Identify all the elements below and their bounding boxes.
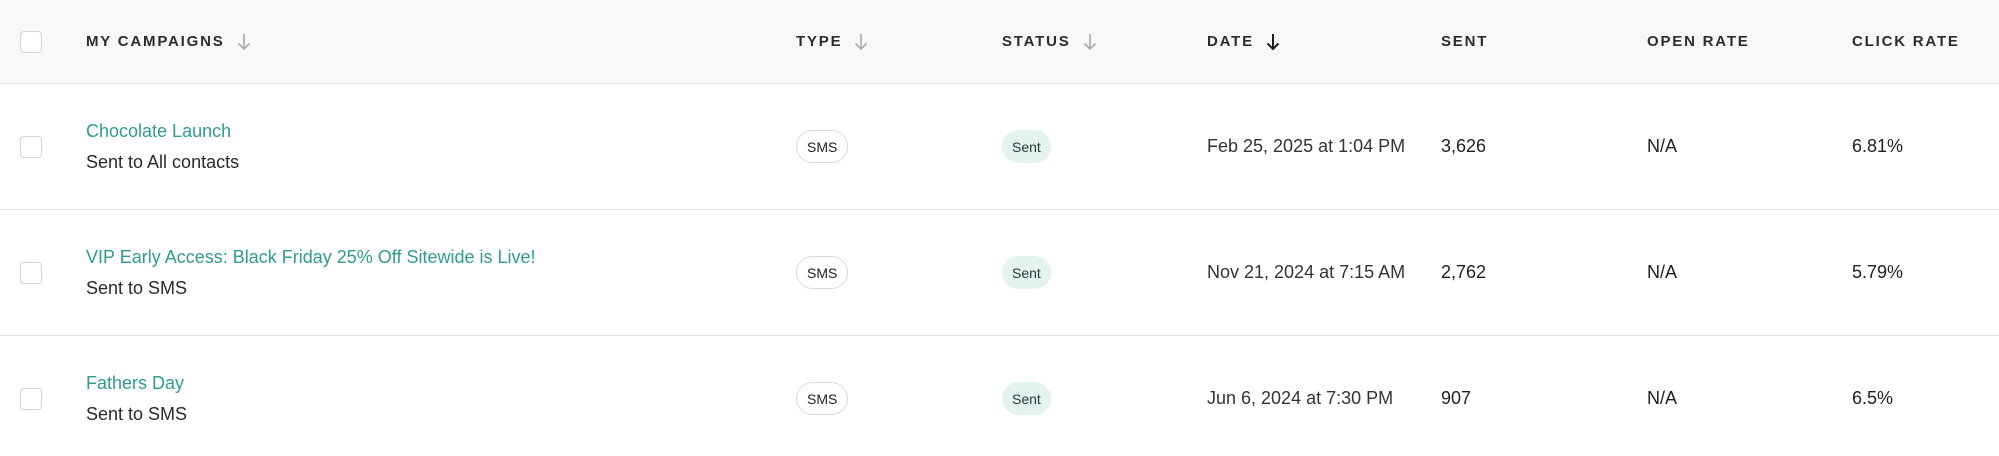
campaign-audience: Sent to SMS xyxy=(86,278,188,298)
column-header-type[interactable]: TYPE xyxy=(796,33,868,51)
campaign-sent-cell: 907 xyxy=(1441,336,1471,456)
campaign-click-rate: 6.5% xyxy=(1852,388,1894,408)
column-header-status-label: STATUS xyxy=(1002,33,1071,50)
column-header-campaigns-label: MY CAMPAIGNS xyxy=(86,33,225,50)
column-header-date-label: DATE xyxy=(1207,33,1254,50)
campaign-date-cell: Jun 6, 2024 at 7:30 PM xyxy=(1207,336,1393,456)
campaign-date: Feb 25, 2025 at 1:04 PM xyxy=(1207,136,1406,156)
type-pill: SMS xyxy=(796,382,849,415)
arrow-down-icon[interactable] xyxy=(854,33,868,51)
campaign-open-rate: N/A xyxy=(1647,388,1678,408)
campaign-open-rate: N/A xyxy=(1647,262,1678,282)
campaign-info: Fathers Day Sent to SMS xyxy=(86,372,187,425)
row-checkbox[interactable] xyxy=(20,387,42,410)
campaign-status-cell: Sent xyxy=(1002,84,1051,209)
row-checkbox[interactable] xyxy=(20,261,42,284)
column-header-date[interactable]: DATE xyxy=(1207,33,1280,51)
table-header: MY CAMPAIGNS TYPE STATUS DATE SENT OPEN … xyxy=(0,0,1999,84)
campaign-sent-cell: 2,762 xyxy=(1441,210,1486,335)
campaign-click-rate-cell: 6.5% xyxy=(1852,336,1893,456)
header-sent-cell: SENT xyxy=(1441,0,1488,83)
header-campaigns-cell: MY CAMPAIGNS xyxy=(86,0,251,83)
column-header-status[interactable]: STATUS xyxy=(1002,33,1097,51)
campaigns-table: MY CAMPAIGNS TYPE STATUS DATE SENT OPEN … xyxy=(0,0,1999,456)
row-checkbox-cell xyxy=(20,210,42,335)
table-row: VIP Early Access: Black Friday 25% Off S… xyxy=(0,210,1999,336)
table-row: Chocolate Launch Sent to All contacts SM… xyxy=(0,84,1999,210)
campaign-name-cell: VIP Early Access: Black Friday 25% Off S… xyxy=(86,210,536,335)
campaign-name-link[interactable]: Chocolate Launch xyxy=(86,120,239,142)
campaign-name-link[interactable]: VIP Early Access: Black Friday 25% Off S… xyxy=(86,246,536,268)
campaign-audience: Sent to SMS xyxy=(86,404,188,424)
campaign-sent-count: 2,762 xyxy=(1441,262,1487,282)
campaign-name-cell: Fathers Day Sent to SMS xyxy=(86,336,187,456)
campaign-info: VIP Early Access: Black Friday 25% Off S… xyxy=(86,246,536,299)
type-pill: SMS xyxy=(796,256,849,289)
campaign-open-rate-cell: N/A xyxy=(1647,84,1677,209)
campaign-click-rate: 6.81% xyxy=(1852,136,1904,156)
campaign-click-rate-cell: 5.79% xyxy=(1852,210,1903,335)
header-click-rate-cell: CLICK RATE xyxy=(1852,0,1960,83)
campaign-name-link[interactable]: Fathers Day xyxy=(86,372,187,394)
header-checkbox-cell xyxy=(20,0,42,83)
campaign-click-rate-cell: 6.81% xyxy=(1852,84,1903,209)
campaign-open-rate: N/A xyxy=(1647,136,1678,156)
campaign-info: Chocolate Launch Sent to All contacts xyxy=(86,120,239,173)
campaign-date-cell: Feb 25, 2025 at 1:04 PM xyxy=(1207,84,1405,209)
arrow-down-active-icon[interactable] xyxy=(1266,33,1280,51)
status-badge: Sent xyxy=(1002,382,1051,415)
campaign-sent-count: 3,626 xyxy=(1441,136,1487,156)
campaign-open-rate-cell: N/A xyxy=(1647,210,1677,335)
column-header-type-label: TYPE xyxy=(796,33,843,50)
campaign-date: Jun 6, 2024 at 7:30 PM xyxy=(1207,388,1394,408)
header-type-cell: TYPE xyxy=(796,0,868,83)
header-open-rate-cell: OPEN RATE xyxy=(1647,0,1750,83)
campaign-date: Nov 21, 2024 at 7:15 AM xyxy=(1207,262,1406,282)
campaign-audience: Sent to All contacts xyxy=(86,152,240,172)
header-date-cell: DATE xyxy=(1207,0,1280,83)
campaign-type-cell: SMS xyxy=(796,210,849,335)
select-all-checkbox[interactable] xyxy=(20,30,42,53)
status-badge: Sent xyxy=(1002,130,1051,163)
arrow-down-icon[interactable] xyxy=(1083,33,1097,51)
column-header-click-rate: CLICK RATE xyxy=(1852,33,1960,50)
campaign-date-cell: Nov 21, 2024 at 7:15 AM xyxy=(1207,210,1405,335)
campaign-type-cell: SMS xyxy=(796,84,849,209)
status-badge: Sent xyxy=(1002,256,1051,289)
row-checkbox[interactable] xyxy=(20,135,42,158)
header-status-cell: STATUS xyxy=(1002,0,1097,83)
table-row: Fathers Day Sent to SMS SMS Sent Jun 6, … xyxy=(0,336,1999,456)
campaign-status-cell: Sent xyxy=(1002,336,1051,456)
column-header-open-rate: OPEN RATE xyxy=(1647,33,1750,50)
campaign-open-rate-cell: N/A xyxy=(1647,336,1677,456)
campaign-type-cell: SMS xyxy=(796,336,849,456)
campaign-sent-count: 907 xyxy=(1441,388,1472,408)
arrow-down-icon[interactable] xyxy=(237,33,251,51)
campaign-name-cell: Chocolate Launch Sent to All contacts xyxy=(86,84,239,209)
campaign-click-rate: 5.79% xyxy=(1852,262,1904,282)
row-checkbox-cell xyxy=(20,84,42,209)
column-header-sent: SENT xyxy=(1441,33,1489,50)
campaign-status-cell: Sent xyxy=(1002,210,1051,335)
type-pill: SMS xyxy=(796,130,849,163)
row-checkbox-cell xyxy=(20,336,42,456)
campaign-sent-cell: 3,626 xyxy=(1441,84,1486,209)
column-header-campaigns[interactable]: MY CAMPAIGNS xyxy=(86,33,251,51)
